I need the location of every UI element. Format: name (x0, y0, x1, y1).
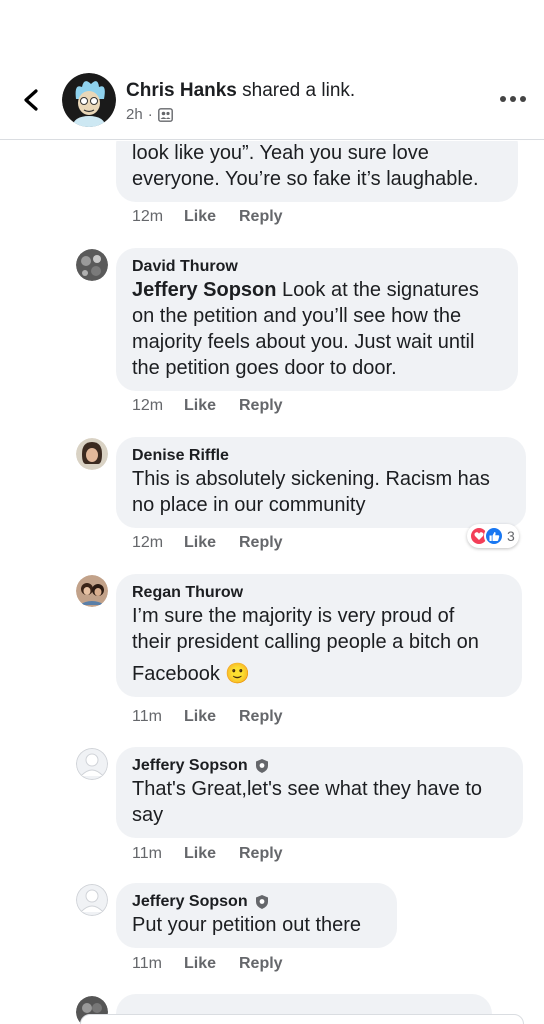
like-button[interactable]: Like (184, 845, 239, 863)
comment-time[interactable]: 12m (132, 208, 184, 226)
comment-author[interactable]: Denise Riffle (132, 446, 510, 466)
comment-actions: 12m Like Reply (132, 534, 283, 552)
post-title: Chris Hanks shared a link. (126, 80, 355, 102)
comment-actions: 11m Like Reply (132, 845, 283, 863)
like-button[interactable]: Like (184, 534, 239, 552)
comment-author[interactable]: David Thurow (132, 257, 502, 277)
reply-button[interactable]: Reply (239, 397, 283, 415)
back-arrow-icon[interactable] (18, 86, 46, 114)
comment-author[interactable]: Jeffery Sopson (132, 756, 507, 776)
comment-text: That's Great,let's see what they have to… (132, 778, 483, 826)
comment-text: Jeffery Sopson Look at the signatures on… (132, 279, 479, 379)
post-meta: 2h · (126, 106, 173, 123)
post-action-text: shared a link. (236, 80, 356, 101)
comment-time[interactable]: 11m (132, 708, 184, 726)
comment-time[interactable]: 12m (132, 397, 184, 415)
commenter-avatar[interactable] (76, 748, 108, 780)
reply-button[interactable]: Reply (239, 955, 283, 973)
like-reaction-icon (484, 526, 504, 546)
comment-actions: 12m Like Reply (132, 397, 283, 415)
comment-text: I’m sure the majority is very proud of t… (132, 605, 479, 685)
comment-actions: 11m Like Reply (132, 708, 283, 726)
comment-bubble[interactable]: Jeffery Sopson That's Great,let's see wh… (116, 747, 523, 838)
poster-avatar[interactable] (62, 73, 116, 127)
comment-text: look like you”. Yeah you sure love every… (132, 142, 479, 190)
comment-actions: 11m Like Reply (132, 955, 283, 973)
reply-button[interactable]: Reply (239, 208, 283, 226)
comment-author[interactable]: Regan Thurow (132, 583, 506, 603)
comment-bubble[interactable]: Denise Riffle This is absolutely sickeni… (116, 437, 526, 528)
comment-bubble[interactable]: look like you”. Yeah you sure love every… (116, 141, 518, 202)
comment-bubble[interactable]: David Thurow Jeffery Sopson Look at the … (116, 248, 518, 391)
like-button[interactable]: Like (184, 708, 239, 726)
more-options-icon[interactable] (500, 96, 526, 102)
comment-text: Put your petition out there (132, 914, 362, 936)
comments-list: look like you”. Yeah you sure love every… (0, 141, 544, 1024)
commenter-avatar[interactable] (76, 249, 108, 281)
like-button[interactable]: Like (184, 955, 239, 973)
reply-button[interactable]: Reply (239, 708, 283, 726)
comment-composer[interactable] (80, 1014, 524, 1024)
comment-actions: 12m Like Reply (132, 208, 283, 226)
comment-time[interactable]: 11m (132, 845, 184, 863)
meta-separator: · (147, 106, 153, 123)
reply-button[interactable]: Reply (239, 534, 283, 552)
comment-bubble[interactable]: Jeffery Sopson Put your petition out the… (116, 883, 397, 948)
comment-bubble[interactable]: Regan Thurow I’m sure the majority is ve… (116, 574, 522, 697)
reply-button[interactable]: Reply (239, 845, 283, 863)
reaction-summary[interactable]: 3 (467, 524, 519, 548)
like-button[interactable]: Like (184, 397, 239, 415)
post-header: Chris Hanks shared a link. 2h · (0, 0, 544, 140)
commenter-avatar[interactable] (76, 884, 108, 916)
post-time[interactable]: 2h (126, 106, 143, 123)
friends-icon[interactable] (157, 107, 173, 122)
comment-text: This is absolutely sickening. Racism has… (132, 468, 490, 516)
admin-badge-icon (255, 895, 268, 909)
comment-time[interactable]: 12m (132, 534, 184, 552)
commenter-avatar[interactable] (76, 438, 108, 470)
admin-badge-icon (255, 759, 268, 773)
poster-name[interactable]: Chris Hanks (126, 80, 237, 101)
comment-time[interactable]: 11m (132, 955, 184, 973)
mention-link[interactable]: Jeffery Sopson (132, 279, 276, 301)
commenter-avatar[interactable] (76, 575, 108, 607)
reaction-count: 3 (507, 528, 515, 544)
like-button[interactable]: Like (184, 208, 239, 226)
comment-author[interactable]: Jeffery Sopson (132, 892, 381, 912)
